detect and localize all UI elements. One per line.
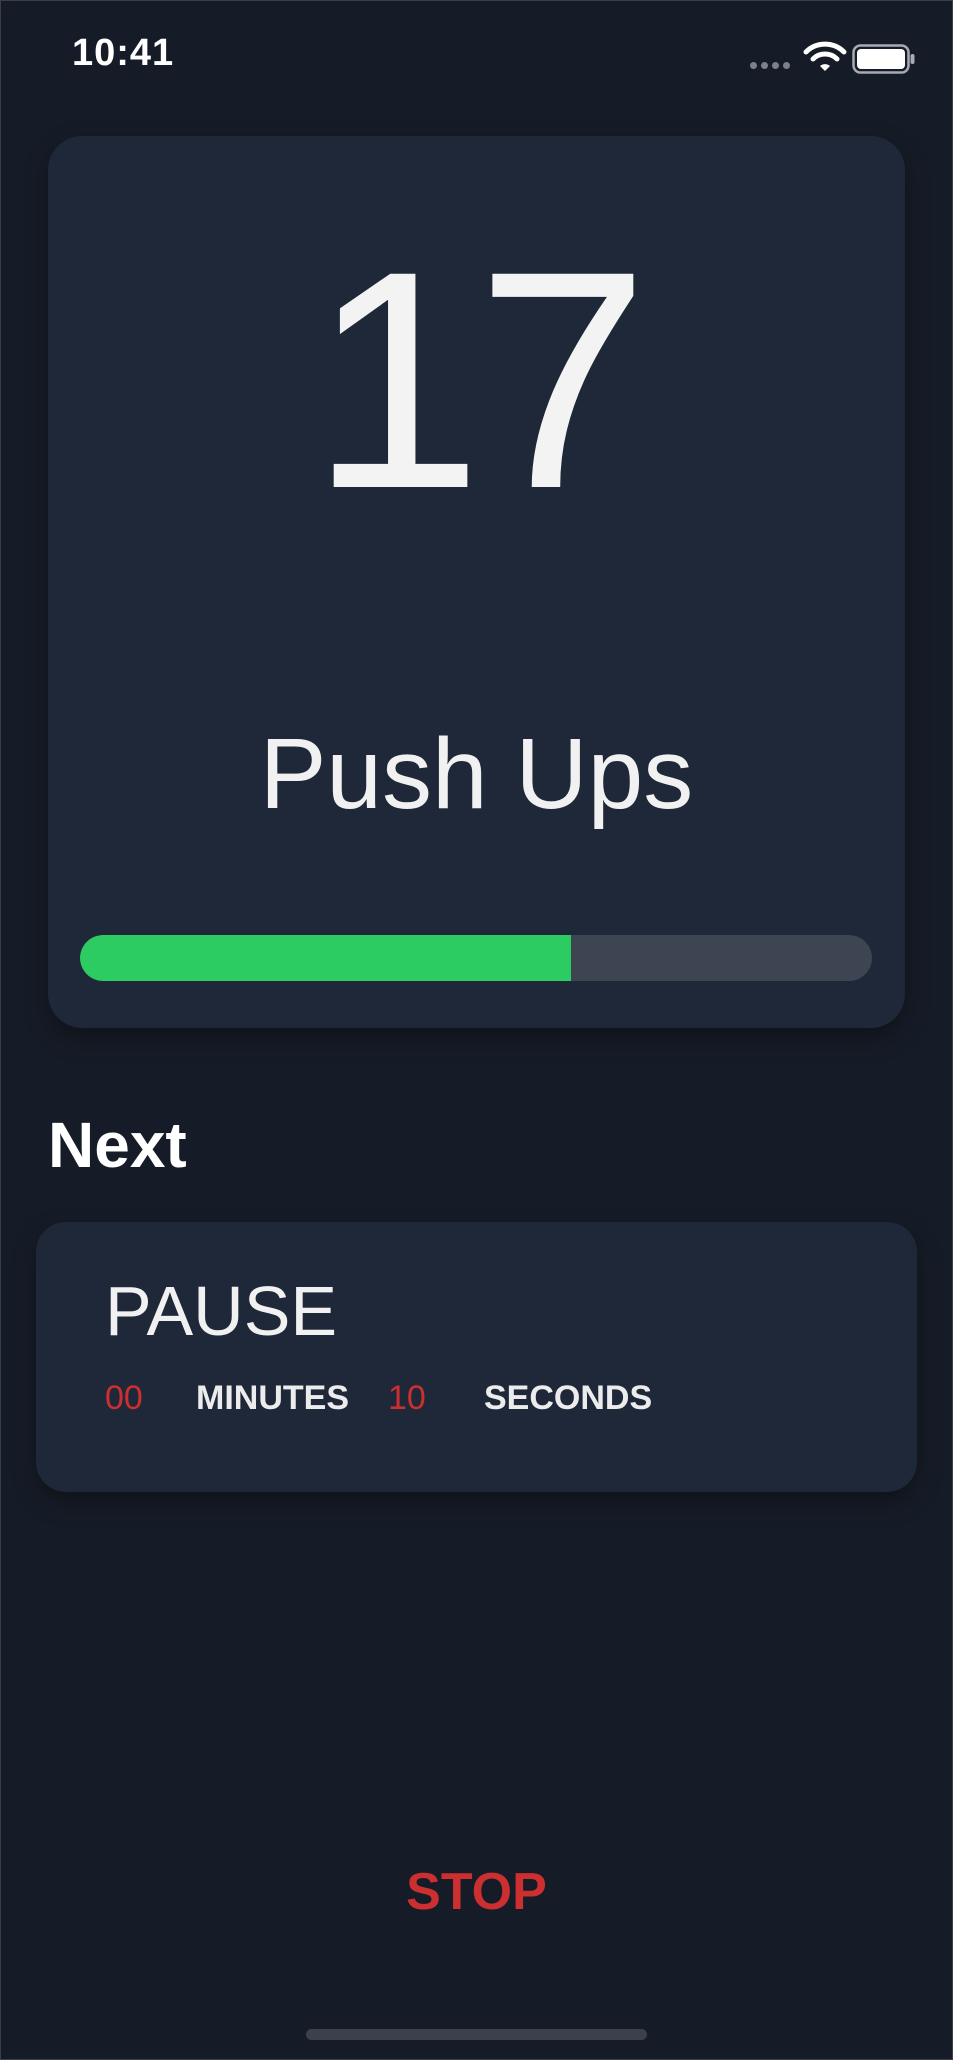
rep-count: 17 xyxy=(310,206,649,553)
seconds-value: 10 xyxy=(388,1379,426,1417)
exercise-progress-bar xyxy=(80,935,872,981)
battery-icon xyxy=(852,44,915,74)
wifi-icon xyxy=(803,41,847,71)
stop-button[interactable]: STOP xyxy=(0,1862,953,1922)
home-indicator[interactable] xyxy=(306,2029,647,2040)
next-exercise-title: PAUSE xyxy=(105,1272,338,1350)
exercise-name: Push Ups xyxy=(259,718,694,830)
progress-fill xyxy=(80,935,572,981)
next-heading: Next xyxy=(48,1109,187,1181)
minutes-value: 00 xyxy=(105,1379,143,1417)
signal-dots-icon xyxy=(750,62,790,69)
next-exercise-card[interactable] xyxy=(36,1222,917,1492)
status-time: 10:41 xyxy=(72,32,175,74)
seconds-label: SECONDS xyxy=(484,1379,653,1417)
minutes-label: MINUTES xyxy=(196,1379,349,1417)
